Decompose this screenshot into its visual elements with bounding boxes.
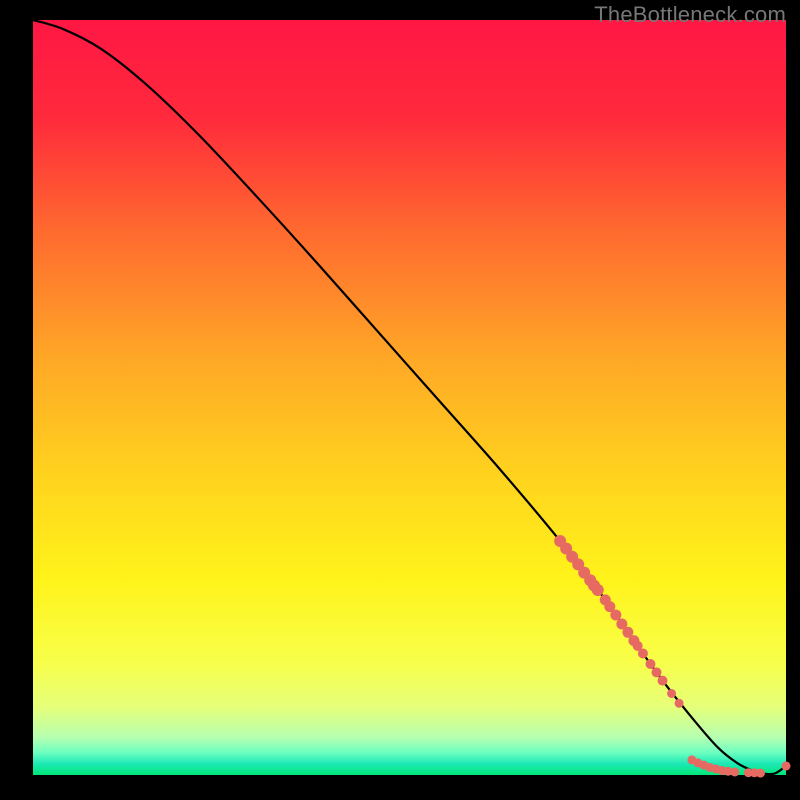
chart-stage: TheBottleneck.com	[0, 0, 800, 800]
bottleneck-curve-path	[33, 20, 786, 774]
data-marker	[658, 676, 668, 686]
chart-svg	[33, 20, 786, 775]
data-marker	[730, 767, 739, 776]
data-marker	[675, 699, 684, 708]
data-marker	[610, 609, 621, 620]
data-marker	[592, 584, 604, 596]
data-marker	[651, 667, 661, 677]
marker-layer	[554, 535, 790, 778]
data-marker	[667, 689, 676, 698]
data-marker	[756, 769, 765, 778]
watermark-text: TheBottleneck.com	[594, 2, 786, 28]
data-marker	[645, 659, 655, 669]
data-marker	[638, 648, 648, 658]
plot-area	[33, 20, 786, 775]
data-marker	[782, 761, 791, 770]
